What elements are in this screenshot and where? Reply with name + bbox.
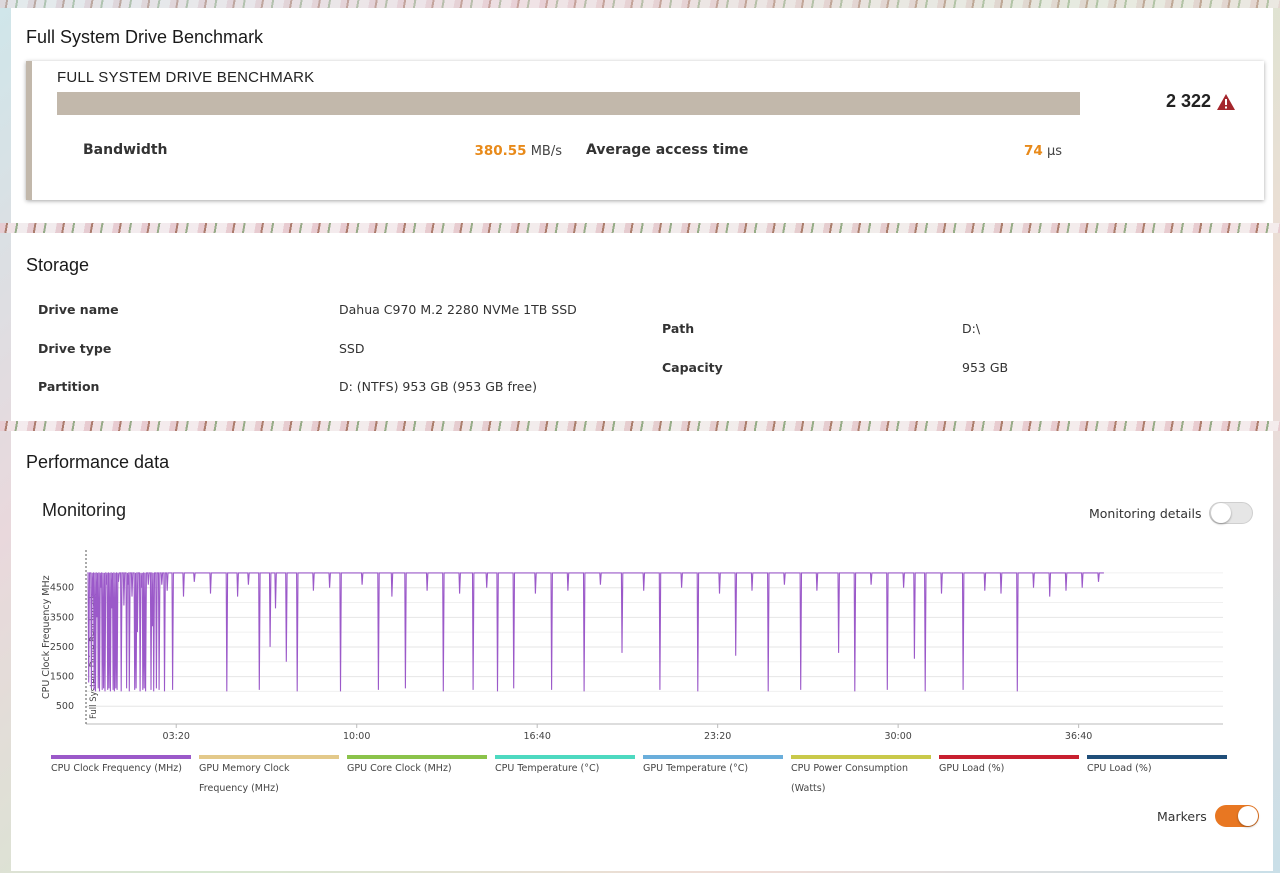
x-tick-label: 23:20	[704, 731, 731, 742]
x-tick-label: 16:40	[524, 731, 551, 742]
y-tick-label: 500	[56, 701, 74, 712]
monitoring-chart[interactable]: 500 1500 2500 3500 4500 03:20 10:00 16:40 23:20…	[11, 431, 1273, 751]
access-time-unit: μs	[1046, 144, 1062, 159]
y-axis-label: CPU Clock Frequency MHz	[41, 575, 52, 699]
path-label: Path	[662, 321, 695, 336]
score-bar	[57, 92, 1080, 115]
legend-label: GPU Load (%)	[939, 763, 1005, 774]
bandwidth-value: 380.55 MB/s	[412, 143, 562, 159]
drive-name-label: Drive name	[38, 302, 119, 317]
bandwidth-number: 380.55	[474, 143, 527, 159]
partition-value: D: (NTFS) 953 GB (953 GB free)	[339, 379, 537, 394]
legend-item[interactable]: CPU Temperature (°C)	[495, 755, 635, 799]
legend-item[interactable]: GPU Memory Clock Frequency (MHz)	[199, 755, 339, 799]
background-strip	[0, 223, 1280, 233]
y-tick-label: 4500	[50, 583, 74, 594]
legend-label: CPU Power Consumption (Watts)	[791, 763, 908, 794]
legend-label: CPU Temperature (°C)	[495, 763, 600, 774]
background-strip	[0, 421, 1280, 431]
toggle-knob	[1237, 806, 1258, 826]
y-tick-label: 1500	[50, 672, 74, 683]
y-axis-ticks: 500 1500 2500 3500 4500	[50, 583, 74, 712]
drive-name-value: Dahua C970 M.2 2280 NVMe 1TB SSD	[339, 302, 577, 317]
legend-item[interactable]: CPU Load (%)	[1087, 755, 1227, 799]
chart-legend: CPU Clock Frequency (MHz) GPU Memory Cloc…	[51, 755, 1234, 799]
legend-label: CPU Load (%)	[1087, 763, 1152, 774]
drive-type-label: Drive type	[38, 341, 112, 356]
warning-triangle-icon	[1217, 93, 1235, 110]
legend-item[interactable]: GPU Load (%)	[939, 755, 1079, 799]
legend-item[interactable]: CPU Clock Frequency (MHz)	[51, 755, 191, 799]
legend-label: GPU Temperature (°C)	[643, 763, 749, 774]
storage-panel: Storage Drive name Dahua C970 M.2 2280 N…	[11, 233, 1273, 421]
score-value: 2 322	[1165, 91, 1211, 111]
x-tick-label: 36:40	[1065, 731, 1092, 742]
x-tick-label: 03:20	[163, 731, 190, 742]
access-time-label: Average access time	[586, 142, 749, 158]
x-axis-ticks: 03:20 10:00 16:40 23:20 30:00 36:40	[163, 724, 1092, 742]
markers-toggle[interactable]	[1214, 805, 1259, 827]
performance-panel: Performance data Monitoring Monitoring d…	[11, 431, 1273, 871]
access-time-number: 74	[1024, 143, 1043, 159]
storage-panel-title: Storage	[26, 255, 90, 275]
benchmark-score: 2 322	[1166, 91, 1236, 112]
chart-grid	[86, 572, 1223, 725]
benchmark-panel: Full System Drive Benchmark FULL SYSTEM …	[11, 8, 1273, 223]
benchmark-panel-title: Full System Drive Benchmark	[26, 27, 264, 47]
access-time-value: 74 μs	[912, 143, 1062, 159]
y-tick-label: 2500	[50, 642, 74, 653]
capacity-value: 953 GB	[962, 360, 1009, 375]
legend-label: GPU Memory Clock Frequency (MHz)	[199, 763, 290, 794]
x-tick-label: 10:00	[343, 731, 370, 742]
legend-label: CPU Clock Frequency (MHz)	[51, 763, 183, 774]
legend-item[interactable]: GPU Core Clock (MHz)	[347, 755, 487, 799]
background-strip	[0, 0, 1280, 8]
x-tick-label: 30:00	[884, 731, 911, 742]
benchmark-score-card[interactable]: FULL SYSTEM DRIVE BENCHMARK 2 322 Bandwi…	[26, 61, 1264, 200]
capacity-label: Capacity	[662, 360, 723, 375]
markers-toggle-row: Markers	[1157, 805, 1259, 827]
partition-label: Partition	[38, 379, 100, 394]
legend-item[interactable]: CPU Power Consumption (Watts)	[791, 755, 931, 799]
drive-type-value: SSD	[339, 341, 365, 356]
bandwidth-label: Bandwidth	[83, 142, 168, 158]
bandwidth-unit: MB/s	[530, 144, 562, 159]
legend-label: GPU Core Clock (MHz)	[347, 763, 452, 774]
path-value: D:\	[962, 321, 981, 336]
legend-item[interactable]: GPU Temperature (°C)	[643, 755, 783, 799]
y-tick-label: 3500	[50, 612, 74, 623]
benchmark-card-title: FULL SYSTEM DRIVE BENCHMARK	[57, 69, 315, 86]
markers-label: Markers	[1157, 808, 1207, 824]
